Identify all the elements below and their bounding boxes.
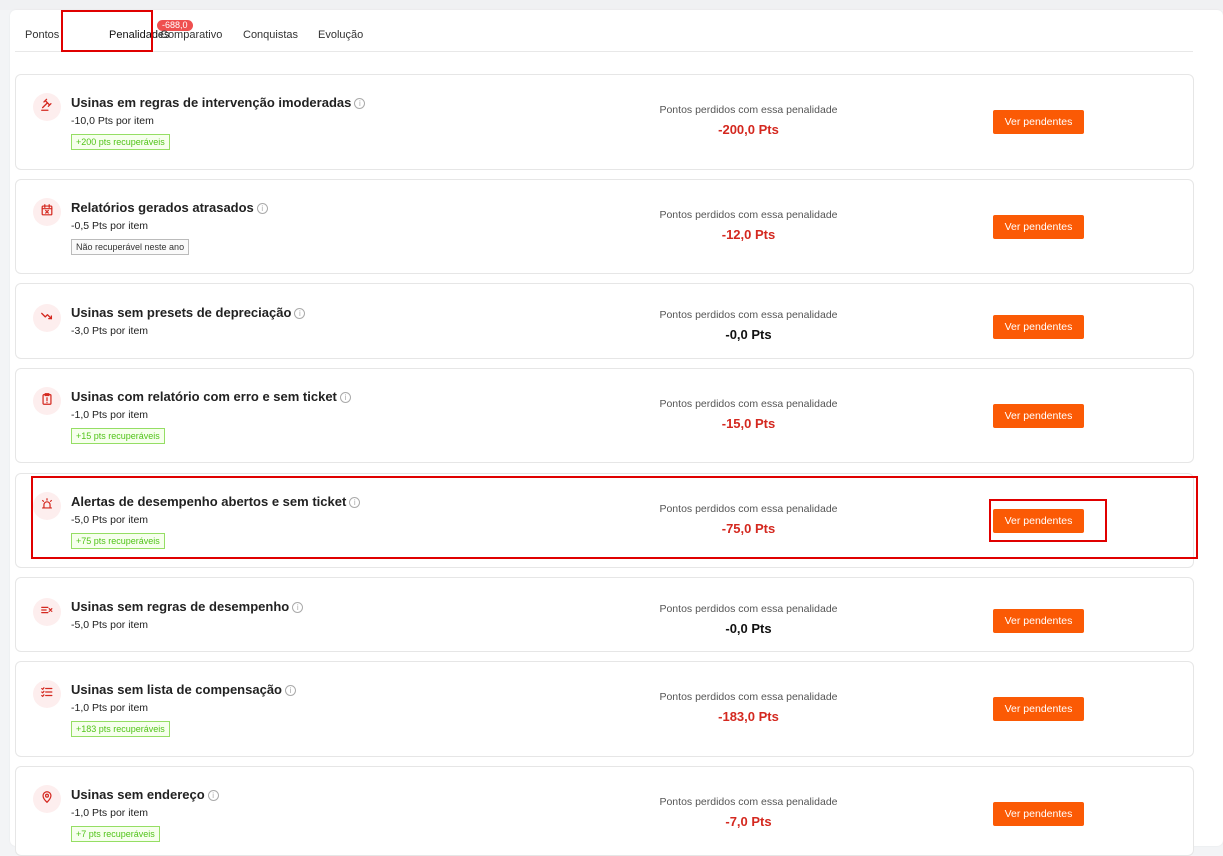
ver-pendentes-button[interactable]: Ver pendentes	[993, 110, 1084, 134]
penalty-rate: -1,0 Pts por item	[71, 409, 149, 421]
penalty-title: Usinas sem presets de depreciação i	[71, 305, 306, 320]
info-icon[interactable]: i	[292, 602, 304, 613]
penalty-title: Usinas sem regras de desempenho i	[71, 599, 304, 614]
penalty-rate: -5,0 Pts por item	[71, 619, 149, 631]
penalty-title: Relatórios gerados atrasados i	[71, 200, 268, 215]
lost-points-value: -7,0 Pts	[725, 814, 772, 829]
ver-pendentes-button[interactable]: Ver pendentes	[993, 697, 1084, 721]
penalty-title-text: Usinas com relatório com erro e sem tick…	[71, 389, 337, 404]
penalty-card: Usinas sem presets de depreciação i -3,0 P…	[15, 283, 1194, 359]
calendar-x-icon	[40, 203, 54, 222]
lost-points-label: Pontos perdidos com essa penalidade	[659, 603, 838, 615]
lost-points-value: -0,0 Pts	[725, 621, 772, 636]
recoverable-tag: +7 pts recuperáveis	[71, 826, 160, 842]
tab-bar: Pontos Penalidades -688,0 Comparativo Co…	[15, 20, 1193, 52]
penalty-title: Usinas em regras de intervenção imoderad…	[71, 95, 366, 110]
map-pin-icon	[40, 790, 54, 809]
lost-points-label: Pontos perdidos com essa penalidade	[659, 209, 838, 221]
lost-points-label: Pontos perdidos com essa penalidade	[659, 796, 838, 808]
ver-pendentes-button[interactable]: Ver pendentes	[993, 802, 1084, 826]
recoverable-tag: +75 pts recuperáveis	[71, 533, 165, 549]
penalty-title: Usinas sem endereço i	[71, 787, 219, 802]
penalty-title-text: Usinas sem presets de depreciação	[71, 305, 292, 320]
list-x-icon-wrap	[33, 598, 61, 626]
penalty-title-text: Usinas sem lista de compensação	[71, 682, 282, 697]
penalty-rate: -1,0 Pts por item	[71, 807, 149, 819]
info-icon[interactable]: i	[256, 203, 268, 214]
lost-points-value: -200,0 Pts	[718, 122, 779, 137]
siren-icon-wrap	[33, 492, 61, 520]
lost-points-value: -12,0 Pts	[721, 227, 776, 242]
info-icon[interactable]: i	[284, 685, 296, 696]
lost-points-value: -0,0 Pts	[725, 327, 772, 342]
recoverable-tag: Não recuperável neste ano	[71, 239, 190, 255]
lost-points-value: -183,0 Pts	[718, 709, 779, 724]
lost-points-label: Pontos perdidos com essa penalidade	[659, 398, 838, 410]
tab-evolucao[interactable]: Evolução	[318, 29, 363, 41]
penalty-card: Relatórios gerados atrasados i -0,5 Pts po…	[15, 179, 1194, 274]
ver-pendentes-button[interactable]: Ver pendentes	[993, 215, 1084, 239]
clipboard-alert-icon-wrap	[33, 387, 61, 415]
penalty-title: Usinas sem lista de compensação i	[71, 682, 296, 697]
penalty-title-text: Usinas sem endereço	[71, 787, 205, 802]
recoverable-tag: +15 pts recuperáveis	[71, 428, 165, 444]
info-icon[interactable]: i	[339, 392, 351, 403]
penalty-card: Alertas de desempenho abertos e sem tick…	[15, 473, 1194, 568]
trend-down-icon-wrap	[33, 304, 61, 332]
map-pin-icon-wrap	[33, 785, 61, 813]
penalty-rate: -10,0 Pts por item	[71, 115, 154, 127]
penalty-title: Alertas de desempenho abertos e sem tick…	[71, 494, 361, 509]
ver-pendentes-button[interactable]: Ver pendentes	[993, 609, 1084, 633]
tab-pontos[interactable]: Pontos	[25, 29, 59, 41]
penalty-card: Usinas em regras de intervenção imoderad…	[15, 74, 1194, 170]
lost-points-value: -75,0 Pts	[721, 521, 776, 536]
penalty-rate: -1,0 Pts por item	[71, 702, 149, 714]
recoverable-tag: +183 pts recuperáveis	[71, 721, 170, 737]
penalty-card: Usinas sem endereço i -1,0 Pts por item +7 …	[15, 766, 1194, 856]
top-strip	[0, 0, 1223, 10]
lost-points-value: -15,0 Pts	[721, 416, 776, 431]
penalty-card: Usinas sem regras de desempenho i -5,0 Pts…	[15, 577, 1194, 652]
penalty-rate: -0,5 Pts por item	[71, 220, 149, 232]
trend-down-icon	[40, 309, 54, 328]
list-x-icon	[40, 603, 54, 622]
penalty-title-text: Alertas de desempenho abertos e sem tick…	[71, 494, 347, 509]
info-icon[interactable]: i	[354, 98, 366, 109]
lost-points-label: Pontos perdidos com essa penalidade	[659, 691, 838, 703]
penalty-title-text: Usinas sem regras de desempenho	[71, 599, 290, 614]
penalty-title-text: Relatórios gerados atrasados	[71, 200, 254, 215]
clipboard-alert-icon	[40, 392, 54, 411]
info-icon[interactable]: i	[207, 790, 219, 801]
calendar-x-icon-wrap	[33, 198, 61, 226]
siren-icon	[40, 497, 54, 516]
list-check-icon-wrap	[33, 680, 61, 708]
lost-points-label: Pontos perdidos com essa penalidade	[659, 503, 838, 515]
list-check-icon	[40, 685, 54, 704]
penalty-card: Usinas sem lista de compensação i -1,0 Pts…	[15, 661, 1194, 757]
recoverable-tag: +200 pts recuperáveis	[71, 134, 170, 150]
ver-pendentes-button[interactable]: Ver pendentes	[993, 315, 1084, 339]
ver-pendentes-button[interactable]: Ver pendentes	[993, 404, 1084, 428]
tab-comparativo[interactable]: Comparativo	[160, 29, 222, 41]
penalty-card: Usinas com relatório com erro e sem tick…	[15, 368, 1194, 463]
gavel-icon	[40, 98, 54, 117]
info-icon[interactable]: i	[349, 497, 361, 508]
penalty-rate: -5,0 Pts por item	[71, 514, 149, 526]
info-icon[interactable]: i	[294, 308, 306, 319]
penalty-title-text: Usinas em regras de intervenção imoderad…	[71, 95, 352, 110]
penalty-rate: -3,0 Pts por item	[71, 325, 149, 337]
gavel-icon-wrap	[33, 93, 61, 121]
ver-pendentes-button[interactable]: Ver pendentes	[993, 509, 1084, 533]
lost-points-label: Pontos perdidos com essa penalidade	[659, 309, 838, 321]
penalty-title: Usinas com relatório com erro e sem tick…	[71, 389, 351, 404]
lost-points-label: Pontos perdidos com essa penalidade	[659, 104, 838, 116]
tab-conquistas[interactable]: Conquistas	[243, 29, 298, 41]
